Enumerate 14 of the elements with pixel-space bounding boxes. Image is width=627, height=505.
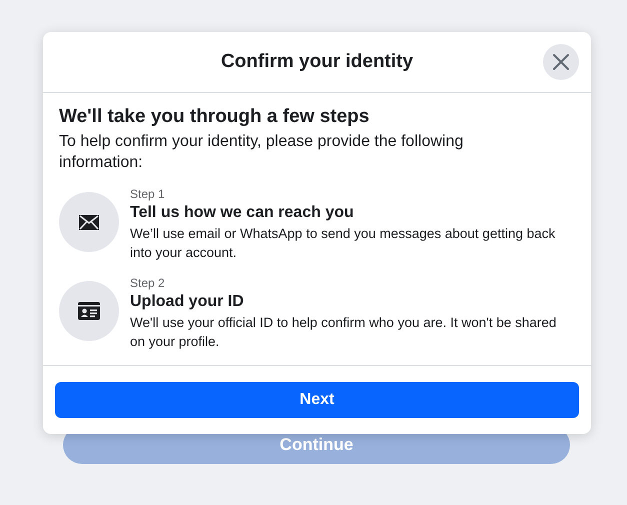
section-heading: We'll take you through a few steps [59,105,370,129]
close-button[interactable] [543,44,579,80]
id-card-icon [78,302,100,320]
step-title: Upload your ID [130,292,245,312]
intro-text: To help confirm your identity, please provide the following information: [59,132,464,173]
step-description: We'll use your official ID to help confirm who you are. It won't be shared on your profile. [130,314,558,351]
step-number: Step 2 [130,275,166,291]
next-button[interactable]: Next [55,382,579,418]
close-icon [552,53,570,71]
step-description: We’ll use email or WhatsApp to send you messages about getting back into your account. [130,225,556,262]
step-number: Step 1 [130,186,166,202]
dialog-title: Confirm your identity [220,51,414,73]
step-title: Tell us how we can reach you [130,203,355,223]
envelope-icon [79,214,99,230]
